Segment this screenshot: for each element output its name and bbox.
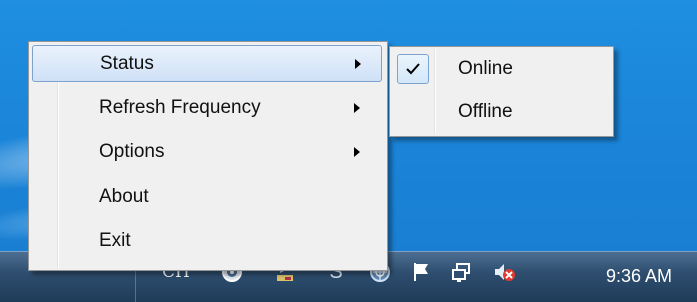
menu-item-label: About [99,186,149,207]
menu-item-refresh-frequency[interactable]: Refresh Frequency [32,90,382,127]
submenu-item-label: Online [458,58,513,79]
submenu-item-label: Offline [458,101,513,122]
menu-item-options[interactable]: Options [32,134,382,171]
menu-item-exit[interactable]: Exit [32,223,382,260]
checkmark-highlight [397,54,429,84]
menu-item-label: Refresh Frequency [99,97,261,118]
menu-item-status[interactable]: Status [32,45,382,82]
action-center-flag-icon[interactable] [410,260,432,284]
volume-muted-icon[interactable] [492,260,518,284]
submenu-arrow-icon [354,103,360,113]
tray-context-menu: Status Refresh Frequency Options About E… [28,41,388,271]
menu-item-label: Options [99,141,165,162]
status-submenu: Online Offline [389,46,614,137]
taskbar-clock[interactable]: 9:36 AM [606,266,672,287]
menu-item-label: Status [100,53,154,74]
submenu-item-online[interactable]: Online [392,51,611,88]
checkmark-icon [406,63,420,75]
submenu-arrow-icon [355,59,361,69]
menu-item-about[interactable]: About [32,179,382,216]
submenu-arrow-icon [354,147,360,157]
menu-item-label: Exit [99,230,131,251]
network-monitor-icon[interactable] [450,260,474,284]
submenu-item-offline[interactable]: Offline [392,94,611,131]
